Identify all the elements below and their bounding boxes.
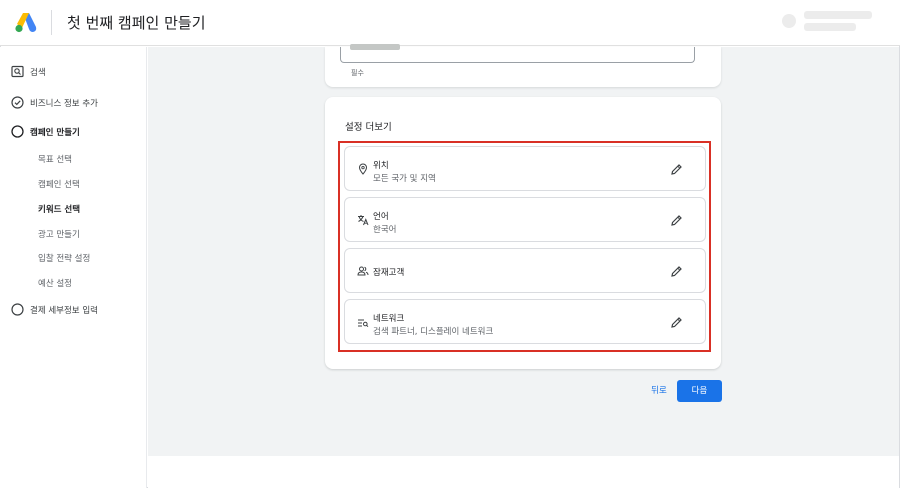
edit-pencil-icon[interactable] [670,214,683,227]
sidebar-item-label: 검색 [30,68,46,78]
setting-value: 한국어 [373,225,397,235]
setting-value: 검색 파트너, 디스플레이 네트워크 [373,327,494,337]
sidebar-subitem-label: 캠페인 선택 [38,180,80,190]
setting-title: 네트워크 [373,314,405,324]
sidebar-subitem-label: 입찰 전략 설정 [38,254,91,264]
edit-pencil-icon[interactable] [670,316,683,329]
edit-pencil-icon[interactable] [670,163,683,176]
header-divider [51,10,52,35]
previous-section-card: 필수 [325,44,721,87]
sidebar-item-create-campaign[interactable]: 캠페인 만들기 [0,121,146,143]
avatar [782,14,796,28]
sidebar-subitem-budget[interactable]: 예산 설정 [0,272,146,294]
sidebar-subitem-label: 예산 설정 [38,279,72,289]
sidebar: 검색 비즈니스 정보 추가 캠페인 만들기 목표 선택 캠페인 선택 키워드 선… [0,47,147,488]
setting-value: 모든 국가 및 지역 [373,174,436,184]
sidebar-item-label: 캠페인 만들기 [30,128,80,138]
sidebar-item-label: 비즈니스 정보 추가 [30,99,98,109]
sidebar-subitem-create-ads[interactable]: 광고 만들기 [0,223,146,245]
sidebar-item-label: 결제 세부정보 입력 [30,306,98,316]
network-icon [358,319,369,328]
sidebar-item-business-info[interactable]: 비즈니스 정보 추가 [0,92,146,114]
account-id [804,23,856,31]
footer-strip [148,456,899,488]
circle-icon [11,125,24,138]
section-title: 설정 더보기 [345,122,392,133]
people-icon [357,266,369,276]
sidebar-subitem-campaign-select[interactable]: 캠페인 선택 [0,173,146,195]
setting-title: 언어 [373,212,389,222]
required-hint: 필수 [351,69,364,77]
setting-row-location[interactable]: 위치 모든 국가 및 지역 [344,146,706,191]
search-icon [11,65,24,78]
setting-row-audience[interactable]: 잠재고객 [344,248,706,293]
next-button[interactable]: 다음 [677,380,722,402]
setting-title: 위치 [373,161,389,171]
back-button[interactable]: 뒤로 [643,380,675,402]
circle-icon [11,303,24,316]
sidebar-item-search[interactable]: 검색 [0,61,146,83]
account-info[interactable] [782,8,882,36]
page-title: 첫 번째 캠페인 만들기 [67,14,206,32]
edit-pencil-icon[interactable] [670,265,683,278]
location-pin-icon [358,163,368,175]
setting-row-language[interactable]: 언어 한국어 [344,197,706,242]
text-field-value [350,44,400,50]
sidebar-subitem-goal[interactable]: 목표 선택 [0,148,146,170]
sidebar-subitem-label: 광고 만들기 [38,230,80,240]
account-name [804,11,872,19]
setting-row-network[interactable]: 네트워크 검색 파트너, 디스플레이 네트워크 [344,299,706,344]
google-ads-logo-icon [15,13,37,33]
sidebar-subitem-label: 키워드 선택 [38,205,81,215]
sidebar-subitem-label: 목표 선택 [38,155,72,165]
translate-icon [358,215,369,226]
sidebar-subitem-bidding[interactable]: 입찰 전략 설정 [0,247,146,269]
check-circle-icon [11,96,24,109]
text-field[interactable] [340,44,695,63]
sidebar-item-billing[interactable]: 결제 세부정보 입력 [0,299,146,321]
sidebar-subitem-keywords[interactable]: 키워드 선택 [0,198,146,220]
setting-title: 잠재고객 [373,268,405,278]
more-settings-card: 설정 더보기 위치 모든 국가 및 지역 언어 한국어 잠재고객 네트워크 검색… [325,97,721,369]
top-header: 첫 번째 캠페인 만들기 [0,0,900,46]
